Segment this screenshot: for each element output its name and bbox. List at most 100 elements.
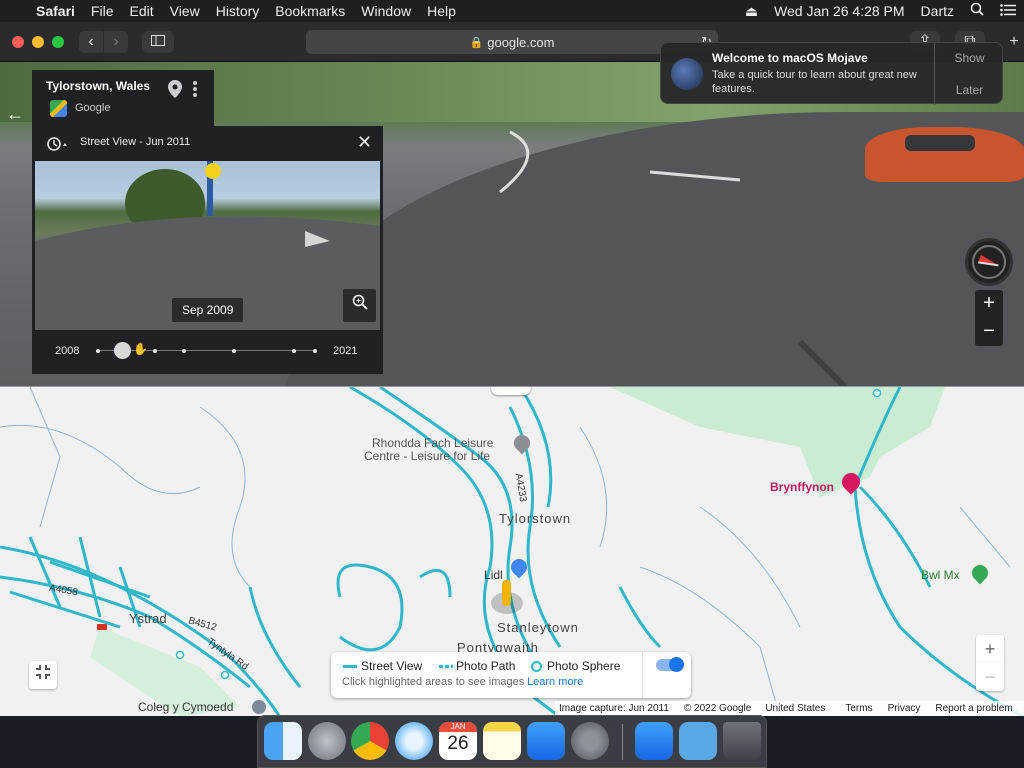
legend-photo-path: Photo Path xyxy=(456,659,516,673)
label-lidl[interactable]: Lidl xyxy=(484,568,503,582)
calendar-icon[interactable]: JAN 26 xyxy=(439,722,477,760)
system-preferences-icon[interactable] xyxy=(571,722,609,760)
menu-bookmarks[interactable]: Bookmarks xyxy=(267,0,353,22)
label-brynffynon[interactable]: Brynffynon xyxy=(770,480,834,494)
downloads-folder-icon[interactable] xyxy=(679,722,717,760)
compass-icon[interactable] xyxy=(965,238,1013,286)
country-link[interactable]: United States xyxy=(765,703,825,714)
label-stanleytown[interactable]: Stanleytown xyxy=(497,620,579,635)
timeline-dot[interactable] xyxy=(182,349,186,353)
label-tylorstown[interactable]: Tylorstown xyxy=(499,511,571,526)
menu-edit[interactable]: Edit xyxy=(121,0,161,22)
exit-street-view-arrow-icon[interactable]: ← xyxy=(6,104,24,125)
label-coleg[interactable]: Coleg y Cymoedd xyxy=(138,700,233,714)
timeline-handle[interactable] xyxy=(114,342,131,359)
privacy-link[interactable]: Privacy xyxy=(888,703,921,714)
label-leisure-2[interactable]: Centre - Leisure for Life xyxy=(364,449,490,463)
notification-title: Welcome to macOS Mojave xyxy=(712,51,868,65)
road-markings xyxy=(499,130,849,386)
menu-bar: Safari File Edit View History Bookmarks … xyxy=(0,0,1024,22)
legend-photo-sphere: Photo Sphere xyxy=(547,659,621,673)
zoom-thumbnail-icon[interactable] xyxy=(343,289,376,322)
zoom-out-button[interactable]: − xyxy=(975,318,1003,346)
label-ystrad[interactable]: Ystrad xyxy=(129,611,167,626)
app-store-icon[interactable] xyxy=(527,722,565,760)
address-bar[interactable]: 🔒 google.com ↻ xyxy=(306,30,718,54)
timeline-dot[interactable] xyxy=(292,349,296,353)
menubar-user[interactable]: Dartz xyxy=(913,0,962,22)
label-leisure[interactable]: Rhondda Fach Leisure xyxy=(372,436,493,450)
menu-app-name[interactable]: Safari xyxy=(28,0,83,22)
street-view-thumbnail[interactable]: Sep 2009 xyxy=(35,161,380,330)
timeline-start-year: 2008 xyxy=(55,345,80,357)
history-clock-icon[interactable] xyxy=(46,136,68,157)
timeline-dot[interactable] xyxy=(313,349,317,353)
map-zoom-out-button[interactable]: − xyxy=(976,663,1004,691)
mojave-notification[interactable]: Welcome to macOS Mojave Take a quick tou… xyxy=(660,42,1004,105)
menubar-clock[interactable]: Wed Jan 26 4:28 PM xyxy=(766,0,912,22)
street-view-legend: Street View Photo Path Photo Sphere Clic… xyxy=(331,652,691,698)
source-label: Google xyxy=(75,102,111,114)
menu-view[interactable]: View xyxy=(162,0,208,22)
lock-icon: 🔒 xyxy=(469,36,484,49)
exit-fullscreen-button[interactable] xyxy=(29,661,57,689)
more-options-icon[interactable] xyxy=(192,80,198,103)
forward-button[interactable]: › xyxy=(104,31,128,53)
menu-window[interactable]: Window xyxy=(353,0,419,22)
spotlight-search-icon[interactable] xyxy=(962,0,992,22)
map-pin-icon[interactable] xyxy=(168,80,182,103)
image-capture-date: Image capture: Jun 2011 xyxy=(559,703,669,714)
calendar-month: JAN xyxy=(439,722,477,732)
copyright-text: © 2022 Google xyxy=(683,703,752,714)
street-view-line-icon xyxy=(343,665,357,668)
menu-help[interactable]: Help xyxy=(419,0,464,22)
menu-history[interactable]: History xyxy=(208,0,268,22)
timeline-dot[interactable] xyxy=(96,349,100,353)
finder-icon[interactable] xyxy=(264,722,302,760)
hand-cursor-icon: ✋ xyxy=(133,342,148,356)
sidebar-toggle-button[interactable] xyxy=(142,31,174,53)
menu-file[interactable]: File xyxy=(83,0,122,22)
app-store-downloads-icon[interactable] xyxy=(635,722,673,760)
eject-icon[interactable]: ⏏ xyxy=(737,0,766,22)
chrome-icon[interactable] xyxy=(351,722,389,760)
label-bwl-mx[interactable]: Bwl Mx xyxy=(921,568,960,582)
calendar-day: 26 xyxy=(447,733,469,754)
address-bar-url: google.com xyxy=(487,34,555,50)
learn-more-link[interactable]: Learn more xyxy=(527,676,583,688)
trash-icon[interactable] xyxy=(723,722,761,760)
rail-station-icon[interactable] xyxy=(97,624,107,630)
safari-icon[interactable] xyxy=(395,722,433,760)
new-tab-button[interactable]: + xyxy=(1004,31,1024,53)
photo-path-dash-icon xyxy=(439,665,453,668)
zoom-window-button[interactable] xyxy=(52,36,64,48)
zoom-in-button[interactable]: + xyxy=(975,290,1003,318)
timeline-end-year: 2021 xyxy=(333,345,358,357)
pegman-figure-icon[interactable] xyxy=(502,580,511,606)
report-problem-link[interactable]: Report a problem xyxy=(935,703,1012,714)
launchpad-icon[interactable] xyxy=(308,722,346,760)
close-panel-icon[interactable]: ✕ xyxy=(357,132,372,153)
terms-link[interactable]: Terms xyxy=(845,703,872,714)
notification-later-button[interactable]: Later xyxy=(935,83,1004,97)
notes-icon[interactable] xyxy=(483,722,521,760)
street-view-history-panel: Street View - Jun 2011 ✕ Sep 2009 2008 2… xyxy=(32,126,383,374)
place-name[interactable]: Tylorstown, Wales xyxy=(46,79,150,93)
timeline-dot[interactable] xyxy=(232,349,236,353)
map-divider-handle[interactable] xyxy=(491,387,531,395)
notification-body: Take a quick tour to learn about great n… xyxy=(712,69,917,95)
notification-show-button[interactable]: Show xyxy=(935,51,1004,65)
notification-center-icon[interactable] xyxy=(992,0,1024,22)
legend-street-view: Street View xyxy=(361,659,423,673)
photo-sphere-circle-icon xyxy=(531,661,542,672)
toggle-knob[interactable] xyxy=(669,657,684,672)
legend-divider xyxy=(642,652,643,698)
map-attribution-bar: Image capture: Jun 2011 © 2022 Google Un… xyxy=(555,701,1024,716)
school-pin-icon[interactable] xyxy=(252,700,266,714)
close-window-button[interactable] xyxy=(12,36,24,48)
dock: JAN 26 xyxy=(257,715,767,768)
map-zoom-in-button[interactable]: + xyxy=(976,635,1004,663)
minimize-window-button[interactable] xyxy=(32,36,44,48)
back-button[interactable]: ‹ xyxy=(79,31,103,53)
timeline-dot[interactable] xyxy=(153,349,157,353)
